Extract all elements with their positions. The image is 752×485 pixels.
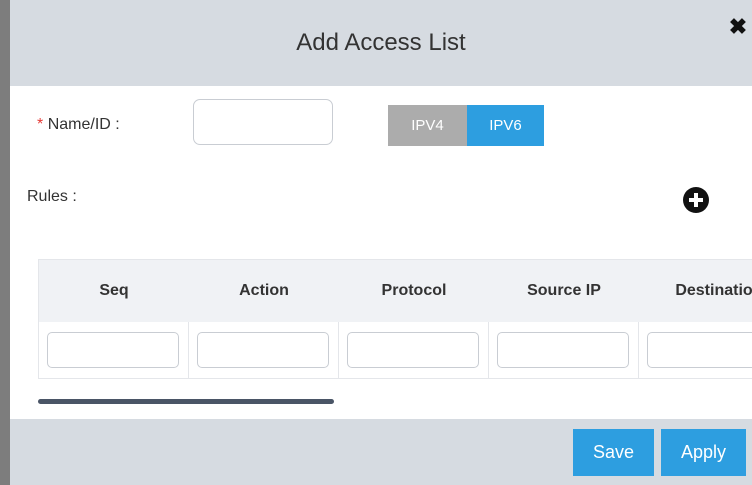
destination-filter-input[interactable]	[647, 332, 752, 368]
name-input[interactable]	[193, 99, 333, 145]
column-header-action[interactable]: Action	[189, 260, 339, 322]
dialog-title: Add Access List	[296, 29, 466, 56]
filter-cell-source-ip	[489, 322, 639, 378]
protocol-filter-input[interactable]	[347, 332, 479, 368]
rules-label: Rules :	[27, 188, 77, 205]
apply-button[interactable]: Apply	[661, 429, 746, 476]
column-header-source-ip[interactable]: Source IP	[489, 260, 639, 322]
window-edge	[0, 0, 10, 485]
source-ip-filter-input[interactable]	[497, 332, 629, 368]
filter-cell-seq	[39, 322, 189, 378]
rules-grid: Seq Action Protocol Source IP Destinatio	[38, 259, 752, 379]
column-header-seq[interactable]: Seq	[39, 260, 189, 322]
dialog-header: Add Access List ✖	[10, 0, 752, 86]
required-mark: *	[37, 116, 44, 133]
seq-filter-input[interactable]	[47, 332, 179, 368]
filter-cell-destination	[639, 322, 752, 378]
save-button[interactable]: Save	[573, 429, 654, 476]
ipv6-toggle[interactable]: IPV6	[467, 105, 544, 146]
rules-grid-header: Seq Action Protocol Source IP Destinatio	[39, 260, 752, 322]
ipv4-toggle[interactable]: IPV4	[388, 105, 467, 146]
horizontal-scrollbar[interactable]	[38, 399, 334, 404]
close-icon[interactable]: ✖	[727, 15, 749, 39]
name-label: Name/ID :	[47, 116, 120, 133]
name-label-group: * Name/ID :	[37, 116, 120, 134]
filter-cell-protocol	[339, 322, 489, 378]
action-filter-input[interactable]	[197, 332, 329, 368]
filter-row	[39, 322, 752, 378]
filter-cell-action	[189, 322, 339, 378]
add-access-list-dialog: Add Access List ✖ * Name/ID : IPV4 IPV6 …	[10, 0, 752, 485]
add-rule-button[interactable]	[683, 187, 709, 213]
column-header-protocol[interactable]: Protocol	[339, 260, 489, 322]
column-header-destination[interactable]: Destinatio	[639, 260, 752, 322]
